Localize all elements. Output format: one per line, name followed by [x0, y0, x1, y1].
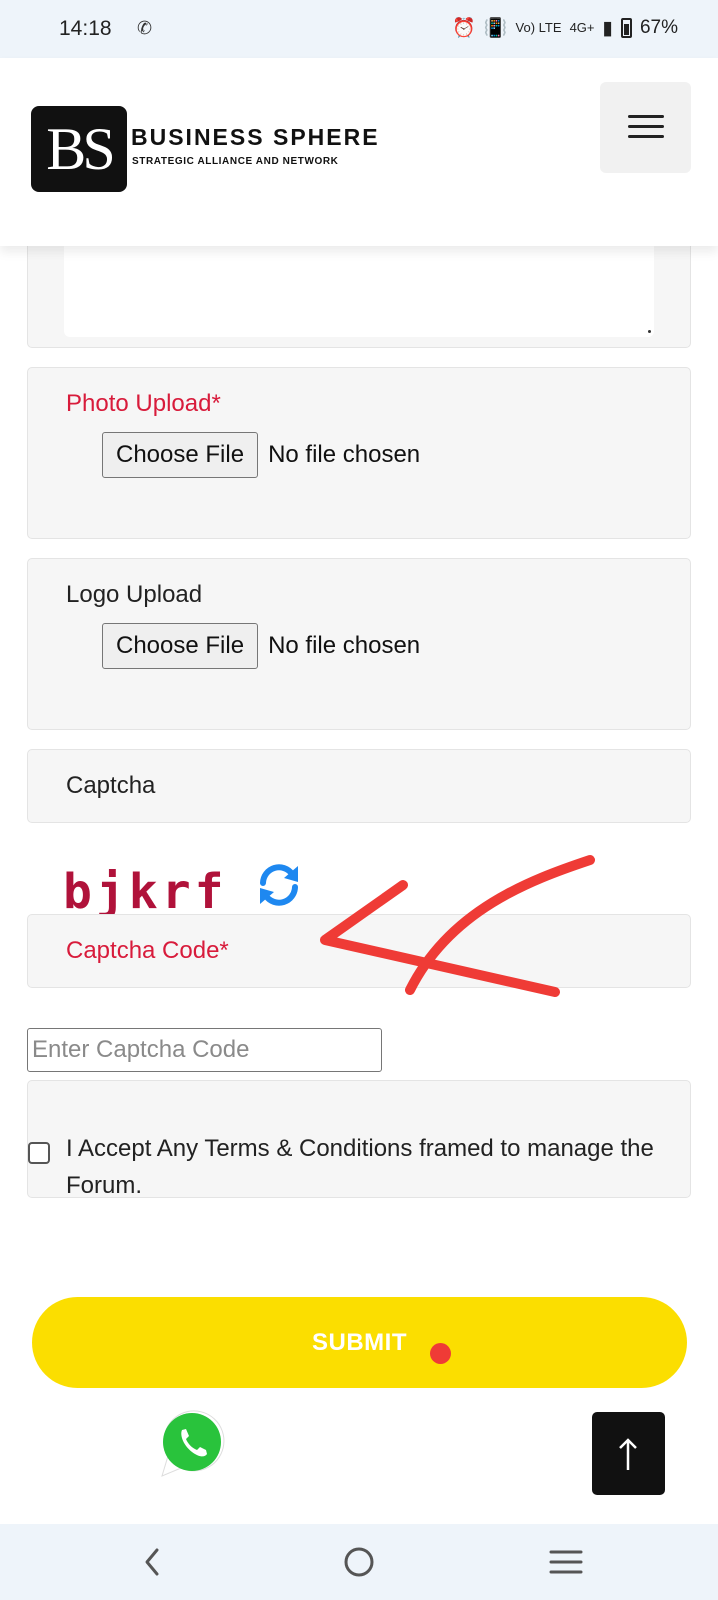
captcha-card: Captcha	[27, 749, 691, 823]
submit-button[interactable]: SUBMIT	[32, 1297, 687, 1388]
alarm-icon: ⏰	[452, 18, 476, 39]
status-icons: ⏰ 📳 Vo) LTE 4G+ ▮ 67%	[452, 16, 678, 40]
vibrate-icon: 📳	[483, 18, 508, 39]
arrow-up-icon	[619, 1438, 637, 1470]
system-nav-bar	[0, 1524, 718, 1600]
photo-upload-input: Choose File No file chosen	[102, 432, 420, 478]
menu-line	[628, 125, 664, 128]
terms-checkbox[interactable]	[28, 1142, 50, 1164]
recents-icon[interactable]	[536, 1536, 596, 1588]
home-icon[interactable]	[329, 1536, 389, 1588]
logo-upload-card: Logo Upload Choose File No file chosen	[27, 558, 691, 730]
photo-upload-label: Photo Upload*	[66, 390, 221, 417]
status-time: 14:18	[59, 17, 112, 40]
captcha-code-label: Captcha Code*	[66, 937, 229, 964]
captcha-code-input[interactable]	[27, 1028, 382, 1072]
menu-line	[628, 115, 664, 118]
status-bar: 14:18 ✆ ⏰ 📳 Vo) LTE 4G+ ▮ 67%	[0, 0, 718, 58]
refresh-icon[interactable]	[254, 860, 304, 910]
menu-line	[628, 135, 664, 138]
logo-file-status: No file chosen	[268, 632, 421, 659]
logo-name: BUSINESS SPHERE	[131, 124, 380, 150]
photo-upload-card: Photo Upload* Choose File No file chosen	[27, 367, 691, 539]
message-textarea[interactable]	[64, 246, 654, 337]
call-forward-icon: ✆	[137, 18, 153, 38]
logo-upload-input: Choose File No file chosen	[102, 623, 420, 669]
hamburger-icon[interactable]	[600, 82, 691, 173]
photo-choose-file-button[interactable]: Choose File	[102, 432, 259, 478]
annotation-arrow-icon	[320, 855, 595, 997]
battery-percent: 67%	[639, 17, 678, 38]
logo-choose-file-button[interactable]: Choose File	[102, 623, 259, 669]
signal-icon: ▮	[602, 17, 613, 39]
captcha-label: Captcha	[66, 772, 156, 799]
logo-tagline: STRATEGIC ALLIANCE AND NETWORK	[132, 156, 339, 167]
resize-handle-icon[interactable]	[648, 330, 651, 333]
page: 14:18 ✆ ⏰ 📳 Vo) LTE 4G+ ▮ 67% Photo Uplo…	[0, 0, 718, 1600]
logo-upload-label: Logo Upload	[66, 581, 203, 608]
network-type: 4G+	[569, 20, 595, 35]
battery-icon	[620, 18, 632, 38]
photo-file-status: No file chosen	[268, 441, 421, 468]
logo-mark[interactable]: BS	[31, 106, 127, 192]
back-icon[interactable]	[121, 1536, 181, 1588]
captcha-image-text: bjkrf	[63, 864, 228, 920]
whatsapp-icon[interactable]	[152, 1404, 232, 1484]
terms-text: I Accept Any Terms & Conditions framed t…	[66, 1135, 654, 1199]
annotation-dot	[430, 1343, 451, 1364]
scroll-to-top-button[interactable]	[592, 1412, 665, 1495]
volte-label: Vo) LTE	[515, 20, 562, 35]
